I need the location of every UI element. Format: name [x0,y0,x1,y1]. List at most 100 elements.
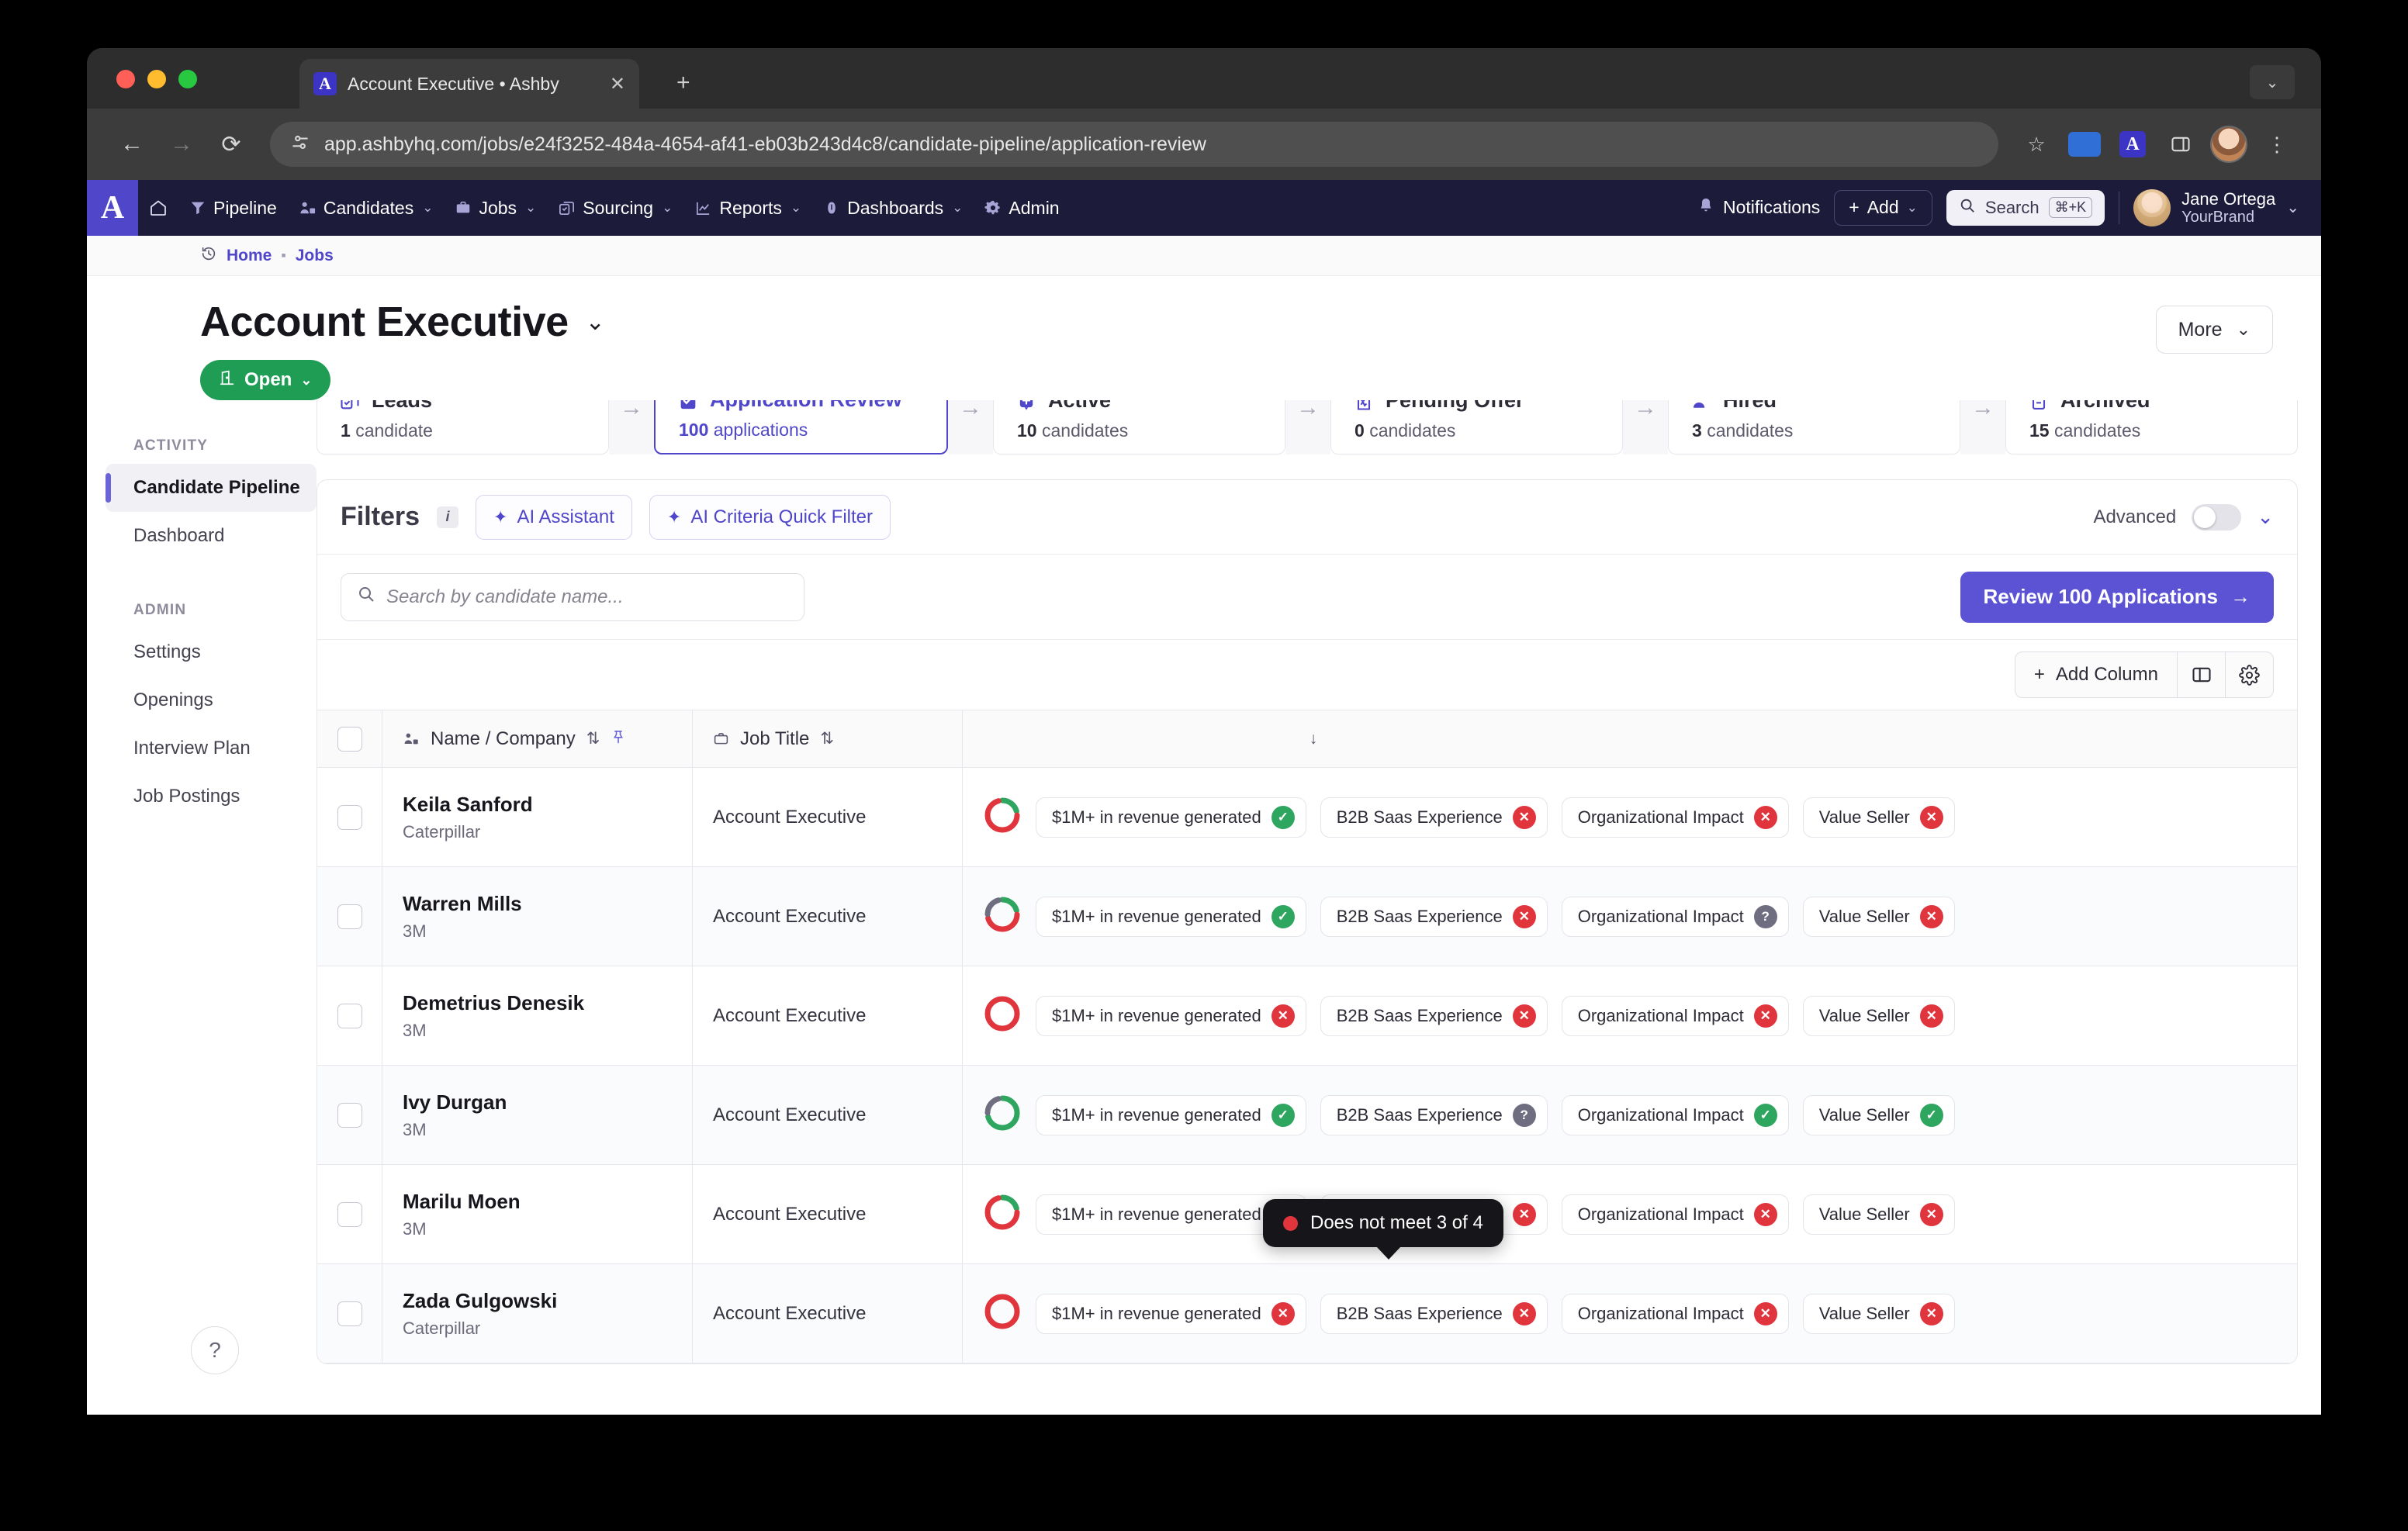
table-row[interactable]: Ivy Durgan3MAccount Executive$1M+ in rev… [317,1066,2297,1165]
history-icon[interactable] [200,245,217,267]
pipeline-stage-application-review[interactable]: Application Review100 applications [654,400,948,454]
filters-collapse-chevron-down-icon[interactable]: ⌄ [2257,505,2274,529]
criteria-chip[interactable]: Value Seller✕ [1803,797,1955,838]
pipeline-stage-hired[interactable]: Hired3 candidates [1668,400,1960,454]
candidate-name-cell[interactable]: Marilu Moen3M [382,1165,693,1263]
sort-icon[interactable]: ⇅ [820,729,834,748]
criteria-chip[interactable]: Value Seller✕ [1803,1294,1955,1334]
back-icon[interactable]: ← [110,123,154,166]
sidebar-item-interview-plan[interactable]: Interview Plan [106,724,317,772]
review-applications-button[interactable]: Review 100 Applications → [1960,572,2274,623]
breadcrumb-jobs[interactable]: Jobs [296,247,334,265]
split-view-icon[interactable] [2160,123,2202,165]
sidebar-item-dashboard[interactable]: Dashboard [106,512,317,560]
row-checkbox[interactable] [337,904,362,929]
select-all-checkbox[interactable] [337,727,362,752]
address-bar[interactable]: app.ashbyhq.com/jobs/e24f3252-484a-4654-… [270,122,1998,167]
reload-icon[interactable]: ⟳ [209,123,253,166]
criteria-donut-chart[interactable] [983,994,1022,1037]
header-job-title[interactable]: Job Title ⇅ [693,710,963,768]
nav-admin[interactable]: Admin [974,180,1070,236]
nav-pipeline[interactable]: Pipeline [178,180,288,236]
extension-badge-icon[interactable] [2064,123,2105,165]
forward-icon[interactable]: → [160,123,203,166]
nav-candidates[interactable]: Candidates ⌄ [288,180,445,236]
candidate-name-cell[interactable]: Demetrius Denesik3M [382,966,693,1065]
criteria-chip[interactable]: Value Seller✕ [1803,897,1955,937]
criteria-chip[interactable]: B2B Saas Experience? [1320,1095,1548,1135]
criteria-chip[interactable]: $1M+ in revenue generated✓ [1036,797,1306,838]
criteria-chip[interactable]: Value Seller✕ [1803,996,1955,1036]
criteria-chip[interactable]: B2B Saas Experience✕ [1320,897,1548,937]
sidebar-item-openings[interactable]: Openings [106,676,317,724]
criteria-chip[interactable]: Value Seller✕ [1803,1194,1955,1235]
gear-icon[interactable] [2225,652,2273,697]
add-button[interactable]: + Add ⌄ [1834,190,1932,226]
criteria-chip[interactable]: Organizational Impact✕ [1562,996,1789,1036]
site-settings-icon[interactable] [290,133,310,157]
sidebar-item-settings[interactable]: Settings [106,628,317,676]
candidate-name-cell[interactable]: Keila SanfordCaterpillar [382,768,693,866]
header-name-company[interactable]: Name / Company ⇅ [382,710,693,768]
nav-jobs[interactable]: Jobs ⌄ [444,180,547,236]
criteria-donut-chart[interactable] [983,895,1022,938]
notifications-button[interactable]: Notifications [1697,196,1820,219]
criteria-chip[interactable]: Organizational Impact✕ [1562,797,1789,838]
bookmark-star-icon[interactable]: ☆ [2015,123,2057,165]
ai-criteria-quick-filter-button[interactable]: ✦ AI Criteria Quick Filter [649,495,891,540]
nav-sourcing[interactable]: Sourcing ⌄ [547,180,683,236]
browser-profile-avatar[interactable] [2208,123,2250,165]
advanced-toggle[interactable] [2192,504,2241,530]
pipeline-stage-pending-offer[interactable]: Pending Offer0 candidates [1330,400,1623,454]
new-tab-icon[interactable]: + [676,71,690,95]
browser-menu-icon[interactable]: ⋮ [2256,123,2298,165]
criteria-chip[interactable]: Value Seller✓ [1803,1095,1955,1135]
ai-assistant-button[interactable]: ✦ AI Assistant [476,495,632,540]
criteria-donut-chart[interactable] [983,1292,1022,1335]
close-tab-icon[interactable]: ✕ [610,73,625,95]
more-button[interactable]: More ⌄ [2156,306,2273,354]
search-input[interactable]: Search by candidate name... [341,573,804,621]
maximize-window-button[interactable] [178,70,197,88]
browser-tab[interactable]: A Account Executive • Ashby ✕ [299,59,639,109]
table-row[interactable]: Demetrius Denesik3MAccount Executive$1M+… [317,966,2297,1066]
table-row[interactable]: Warren Mills3MAccount Executive$1M+ in r… [317,867,2297,966]
add-column-button[interactable]: + Add Column [2015,652,2177,697]
criteria-donut-chart[interactable] [983,1193,1022,1236]
candidate-name-cell[interactable]: Warren Mills3M [382,867,693,966]
sort-icon[interactable]: ⇅ [586,729,600,748]
page-title-chevron-down-icon[interactable]: ⌄ [586,309,605,336]
sidebar-item-job-postings[interactable]: Job Postings [106,772,317,821]
close-window-button[interactable] [116,70,135,88]
nav-home[interactable] [138,180,178,236]
nav-dashboards[interactable]: Dashboards ⌄ [812,180,974,236]
row-checkbox[interactable] [337,805,362,830]
ashby-logo[interactable]: A [87,180,138,236]
candidate-name-cell[interactable]: Zada GulgowskiCaterpillar [382,1264,693,1363]
candidate-name-cell[interactable]: Ivy Durgan3M [382,1066,693,1164]
criteria-chip[interactable]: Organizational Impact✕ [1562,1194,1789,1235]
pin-icon[interactable] [611,728,626,750]
panel-layout-icon[interactable] [2177,652,2225,697]
criteria-chip[interactable]: Organizational Impact✕ [1562,1294,1789,1334]
breadcrumb-home[interactable]: Home [227,247,272,265]
tab-list-chevron-down-icon[interactable]: ⌄ [2250,65,2295,99]
criteria-donut-chart[interactable] [983,796,1022,838]
header-ai-criteria[interactable]: AI Criteria ↓ [963,710,2297,768]
pipeline-stage-leads[interactable]: Leads1 candidate [317,400,609,454]
nav-reports[interactable]: Reports ⌄ [683,180,812,236]
pipeline-stage-active[interactable]: Active10 candidates [993,400,1285,454]
help-button[interactable]: ? [191,1326,239,1374]
criteria-chip[interactable]: $1M+ in revenue generated✕ [1036,1294,1306,1334]
filters-info-icon[interactable]: i [437,506,458,528]
pipeline-stage-archived[interactable]: Archived15 candidates [2005,400,2298,454]
criteria-chip[interactable]: B2B Saas Experience✕ [1320,1294,1548,1334]
row-checkbox[interactable] [337,1202,362,1227]
sort-descending-icon[interactable]: ↓ [1310,730,1318,748]
criteria-chip[interactable]: Organizational Impact✓ [1562,1095,1789,1135]
criteria-chip[interactable]: $1M+ in revenue generated✓ [1036,897,1306,937]
user-menu[interactable]: Jane Ortega YourBrand ⌄ [2133,189,2299,226]
global-search-button[interactable]: Search ⌘+K [1946,190,2105,226]
criteria-chip[interactable]: B2B Saas Experience✕ [1320,996,1548,1036]
row-checkbox[interactable] [337,1103,362,1128]
